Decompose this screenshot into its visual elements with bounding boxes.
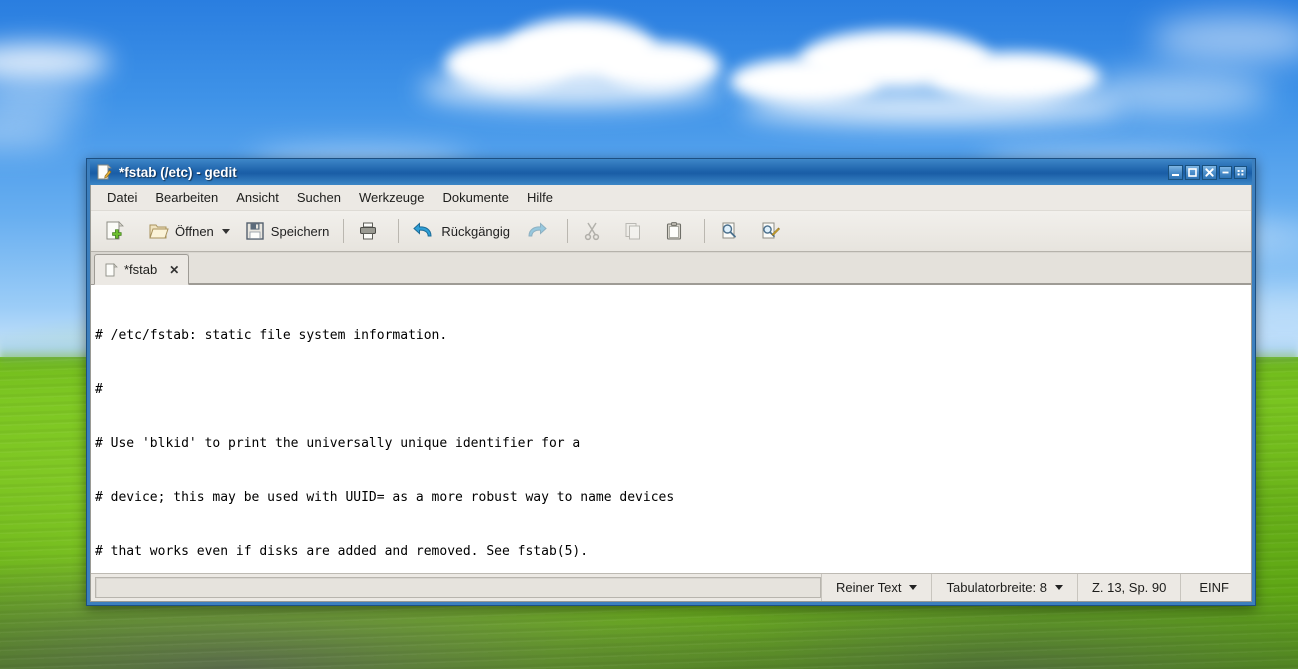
cloud <box>1080 74 1270 114</box>
printer-icon <box>360 222 377 240</box>
cloud <box>740 92 1120 124</box>
tab-bar-empty-area <box>189 253 1251 284</box>
search-icon <box>722 222 736 239</box>
language-label: Reiner Text <box>835 580 902 595</box>
toolbar-separator <box>398 219 400 243</box>
editor-line: # device; this may be used with UUID= as… <box>95 490 675 505</box>
print-button[interactable] <box>351 214 391 248</box>
new-document-button[interactable] <box>97 214 139 248</box>
document-edit-icon <box>97 164 112 180</box>
redo-button[interactable] <box>518 214 560 248</box>
save-label: Speichern <box>270 223 330 239</box>
maximize-button[interactable] <box>1185 164 1200 180</box>
cloud <box>0 120 70 146</box>
open-button[interactable]: Öffnen <box>140 214 237 248</box>
minimize-button[interactable] <box>1168 164 1183 180</box>
menu-werkzeuge[interactable]: Werkzeuge <box>350 187 434 208</box>
close-button[interactable] <box>1202 164 1217 180</box>
menu-hilfe[interactable]: Hilfe <box>518 187 562 208</box>
open-label: Öffnen <box>175 223 214 239</box>
chevron-down-icon[interactable] <box>221 228 230 234</box>
open-folder-icon <box>149 224 169 239</box>
scissors-icon <box>584 222 600 241</box>
chevron-down-icon <box>909 585 918 590</box>
new-document-icon <box>106 221 124 240</box>
status-message-area <box>95 577 821 598</box>
tab-fstab[interactable]: *fstab ✕ <box>94 254 190 285</box>
find-button[interactable] <box>712 214 752 248</box>
toolbar-separator <box>704 219 705 243</box>
cloud <box>420 72 720 106</box>
all-workspaces-button[interactable] <box>1234 165 1247 179</box>
replace-button[interactable] <box>753 214 793 248</box>
toolbar: Öffnen Speichern Rückgängig <box>91 210 1251 252</box>
find-replace-icon <box>762 222 780 239</box>
menu-dokumente[interactable]: Dokumente <box>434 187 518 208</box>
cursor-position-label: Z. 13, Sp. 90 <box>1091 580 1167 595</box>
copy-button[interactable] <box>616 214 656 248</box>
window-title: *fstab (/etc) - gedit <box>119 164 237 180</box>
menu-bearbeiten[interactable]: Bearbeiten <box>146 187 227 208</box>
text-editor-view[interactable]: # /etc/fstab: static file system informa… <box>91 285 1251 573</box>
editor-line: # /etc/fstab: static file system informa… <box>95 328 448 343</box>
insert-mode-label: EINF <box>1199 580 1229 595</box>
save-floppy-icon <box>246 222 264 240</box>
status-bar: Reiner Text Tabulatorbreite: 8 Z. 13, Sp… <box>91 573 1251 601</box>
shade-button[interactable] <box>1219 165 1232 179</box>
undo-label: Rückgängig <box>441 223 510 239</box>
document-icon <box>105 262 118 276</box>
cloud <box>0 44 110 80</box>
tab-width-label: Tabulatorbreite: 8 <box>946 580 1047 595</box>
menu-ansicht[interactable]: Ansicht <box>227 187 288 208</box>
toolbar-separator <box>343 219 345 243</box>
editor-line: # that works even if disks are added and… <box>95 544 589 559</box>
copy-icon <box>625 223 640 240</box>
tab-bar: *fstab ✕ <box>91 252 1251 285</box>
save-button[interactable]: Speichern <box>238 214 337 248</box>
insert-mode-indicator[interactable]: EINF <box>1180 574 1251 601</box>
cloud <box>1150 16 1298 62</box>
chevron-down-icon <box>1054 585 1063 590</box>
menu-suchen[interactable]: Suchen <box>288 187 350 208</box>
undo-button[interactable]: Rückgängig <box>406 214 517 248</box>
cursor-position: Z. 13, Sp. 90 <box>1076 574 1180 601</box>
window-client-area: Datei Bearbeiten Ansicht Suchen Werkzeug… <box>90 185 1252 602</box>
toolbar-separator <box>567 219 568 243</box>
menu-datei[interactable]: Datei <box>98 187 146 208</box>
language-selector[interactable]: Reiner Text <box>820 574 932 601</box>
paste-button[interactable] <box>657 214 697 248</box>
tab-close-icon[interactable]: ✕ <box>169 264 179 276</box>
window-controls <box>1168 164 1250 180</box>
tab-label: *fstab <box>124 262 158 277</box>
editor-line: # <box>95 382 103 397</box>
editor-line: # Use 'blkid' to print the universally u… <box>95 436 581 451</box>
window-titlebar[interactable]: *fstab (/etc) - gedit <box>90 159 1252 185</box>
clipboard-paste-icon <box>666 222 682 240</box>
menubar: Datei Bearbeiten Ansicht Suchen Werkzeug… <box>91 185 1251 210</box>
undo-arrow-icon <box>413 222 432 237</box>
gedit-window: *fstab (/etc) - gedit Datei Bearbeiten A… <box>86 158 1256 606</box>
tab-width-selector[interactable]: Tabulatorbreite: 8 <box>931 574 1076 601</box>
cut-button[interactable] <box>575 214 615 248</box>
cloud <box>0 86 90 114</box>
redo-arrow-icon <box>528 222 547 237</box>
